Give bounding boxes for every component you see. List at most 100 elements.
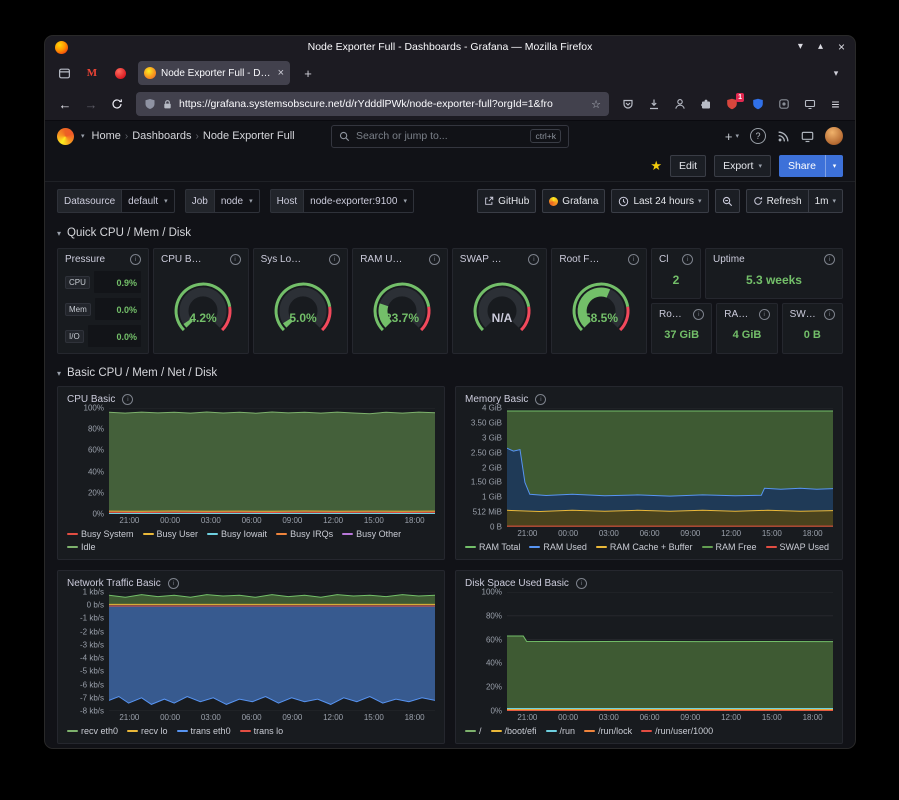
back-button[interactable]: ←	[53, 92, 77, 116]
host-select[interactable]: node-exporter:9100▾	[304, 189, 414, 213]
job-select[interactable]: node▾	[215, 189, 260, 213]
refresh-interval-select[interactable]: 1m ▾	[808, 189, 843, 213]
info-icon[interactable]	[329, 254, 340, 265]
firefox-view-button[interactable]	[51, 61, 77, 85]
github-link-button[interactable]: GitHub	[477, 189, 536, 213]
info-icon[interactable]	[122, 394, 133, 405]
legend-item[interactable]: Busy System	[67, 528, 134, 540]
legend-item[interactable]: Busy IRQs	[276, 528, 333, 540]
legend-item[interactable]: /boot/efi	[491, 725, 537, 737]
panel-title[interactable]: Sys Lo…	[261, 254, 302, 265]
breadcrumb-item[interactable]: Home	[92, 130, 121, 142]
section-collapse-icon[interactable]: ▾	[57, 229, 61, 238]
window-titlebar[interactable]: Node Exporter Full - Dashboards - Grafan…	[45, 36, 855, 58]
legend-item[interactable]: RAM Total	[465, 541, 520, 553]
panel-title[interactable]: SWAP …	[460, 254, 502, 265]
url-bar[interactable]: https://grafana.systemsobscure.net/d/rYd…	[136, 92, 609, 116]
chart-canvas[interactable]	[109, 592, 435, 711]
legend-item[interactable]: trans lo	[240, 725, 284, 737]
info-icon[interactable]	[824, 309, 835, 320]
plot-area[interactable]	[507, 408, 833, 527]
legend-item[interactable]: /run/lock	[584, 725, 632, 737]
window-close-button[interactable]: ×	[838, 41, 845, 53]
extension-button[interactable]	[772, 92, 795, 116]
share-button[interactable]: Share ▾	[779, 155, 843, 177]
info-icon[interactable]	[759, 309, 770, 320]
info-icon[interactable]	[535, 394, 546, 405]
chart-canvas[interactable]	[507, 592, 833, 711]
legend-item[interactable]: Idle	[67, 541, 96, 553]
job-variable[interactable]: Job node▾	[185, 189, 260, 213]
grafana-link-button[interactable]: Grafana	[542, 189, 605, 213]
edit-button[interactable]: Edit	[670, 155, 706, 177]
legend-item[interactable]: RAM Used	[529, 541, 587, 553]
info-icon[interactable]	[130, 254, 141, 265]
panel-title[interactable]: Cl	[659, 254, 668, 265]
panel-title[interactable]: CPU B…	[161, 254, 202, 265]
breadcrumb-item[interactable]: Dashboards	[132, 130, 191, 142]
plot-area[interactable]	[109, 592, 435, 711]
url-text[interactable]: https://grafana.systemsobscure.net/d/rYd…	[179, 98, 585, 110]
window-maximize-button[interactable]: ▴	[818, 42, 823, 52]
info-icon[interactable]	[528, 254, 539, 265]
breadcrumb-item[interactable]: Node Exporter Full	[203, 130, 295, 142]
favorite-star-icon[interactable]: ★	[650, 158, 662, 174]
tab-close-icon[interactable]: ×	[278, 67, 284, 79]
zoom-out-button[interactable]	[715, 189, 740, 213]
adblocker-button[interactable]: 1	[720, 92, 743, 116]
panel-title[interactable]: RA…	[724, 309, 748, 320]
new-tab-button[interactable]: +	[295, 61, 321, 85]
pocket-button[interactable]	[616, 92, 639, 116]
info-icon[interactable]	[168, 578, 179, 589]
plot-area[interactable]	[109, 408, 435, 514]
datasource-select[interactable]: default▾	[122, 189, 175, 213]
legend-item[interactable]: recv eth0	[67, 725, 118, 737]
list-all-tabs-button[interactable]: ▾	[823, 61, 849, 85]
reload-button[interactable]	[105, 92, 129, 116]
legend-item[interactable]: /	[465, 725, 482, 737]
legend-item[interactable]: SWAP Used	[766, 541, 830, 553]
info-icon[interactable]	[628, 254, 639, 265]
chart-canvas[interactable]	[507, 408, 833, 527]
extensions-button[interactable]	[694, 92, 717, 116]
info-icon[interactable]	[824, 254, 835, 265]
lock-icon[interactable]	[162, 99, 173, 110]
forward-button[interactable]: →	[79, 92, 103, 116]
host-variable[interactable]: Host node-exporter:9100▾	[270, 189, 414, 213]
news-rss-icon[interactable]	[777, 130, 790, 143]
info-icon[interactable]	[693, 309, 704, 320]
tracking-shield-icon[interactable]	[144, 98, 156, 110]
legend-item[interactable]: RAM Cache + Buffer	[596, 541, 693, 553]
info-icon[interactable]	[576, 578, 587, 589]
legend-item[interactable]: Busy User	[143, 528, 199, 540]
legend-item[interactable]: /run	[546, 725, 576, 737]
panel-title[interactable]: Uptime	[713, 254, 745, 265]
legend-item[interactable]: Busy Iowait	[207, 528, 267, 540]
time-range-picker[interactable]: Last 24 hours ▾	[611, 189, 708, 213]
refresh-button[interactable]: Refresh	[746, 189, 809, 213]
tab-node-exporter-full[interactable]: Node Exporter Full - Dashboards - Grafan…	[138, 61, 290, 85]
panel-title[interactable]: SW…	[790, 309, 816, 320]
downloads-button[interactable]	[642, 92, 665, 116]
panel-title[interactable]: Pressure	[65, 254, 105, 265]
screenshot-button[interactable]	[798, 92, 821, 116]
mega-menu-toggle[interactable]: ▾	[81, 132, 85, 140]
legend-item[interactable]: trans eth0	[177, 725, 231, 737]
pinned-tab-gmail[interactable]: M	[79, 61, 105, 85]
monitor-icon[interactable]	[801, 130, 814, 143]
panel-title[interactable]: RAM U…	[360, 254, 402, 265]
help-icon[interactable]: ?	[750, 128, 766, 144]
plot-area[interactable]	[507, 592, 833, 711]
share-menu-toggle[interactable]: ▾	[825, 155, 843, 177]
account-button[interactable]	[668, 92, 691, 116]
section-quick-cpu-mem-disk[interactable]: ▾ Quick CPU / Mem / Disk	[45, 222, 855, 244]
section-collapse-icon[interactable]: ▾	[57, 369, 61, 378]
app-menu-button[interactable]: ≡	[824, 92, 847, 116]
legend-item[interactable]: RAM Free	[702, 541, 757, 553]
pinned-tab-red[interactable]	[107, 61, 133, 85]
add-button[interactable]: +▾	[725, 129, 739, 144]
section-basic-cpu-mem-net-disk[interactable]: ▾ Basic CPU / Mem / Net / Disk	[45, 362, 855, 384]
grafana-logo[interactable]	[57, 128, 74, 145]
export-button[interactable]: Export▾	[714, 155, 771, 177]
password-manager-button[interactable]	[746, 92, 769, 116]
